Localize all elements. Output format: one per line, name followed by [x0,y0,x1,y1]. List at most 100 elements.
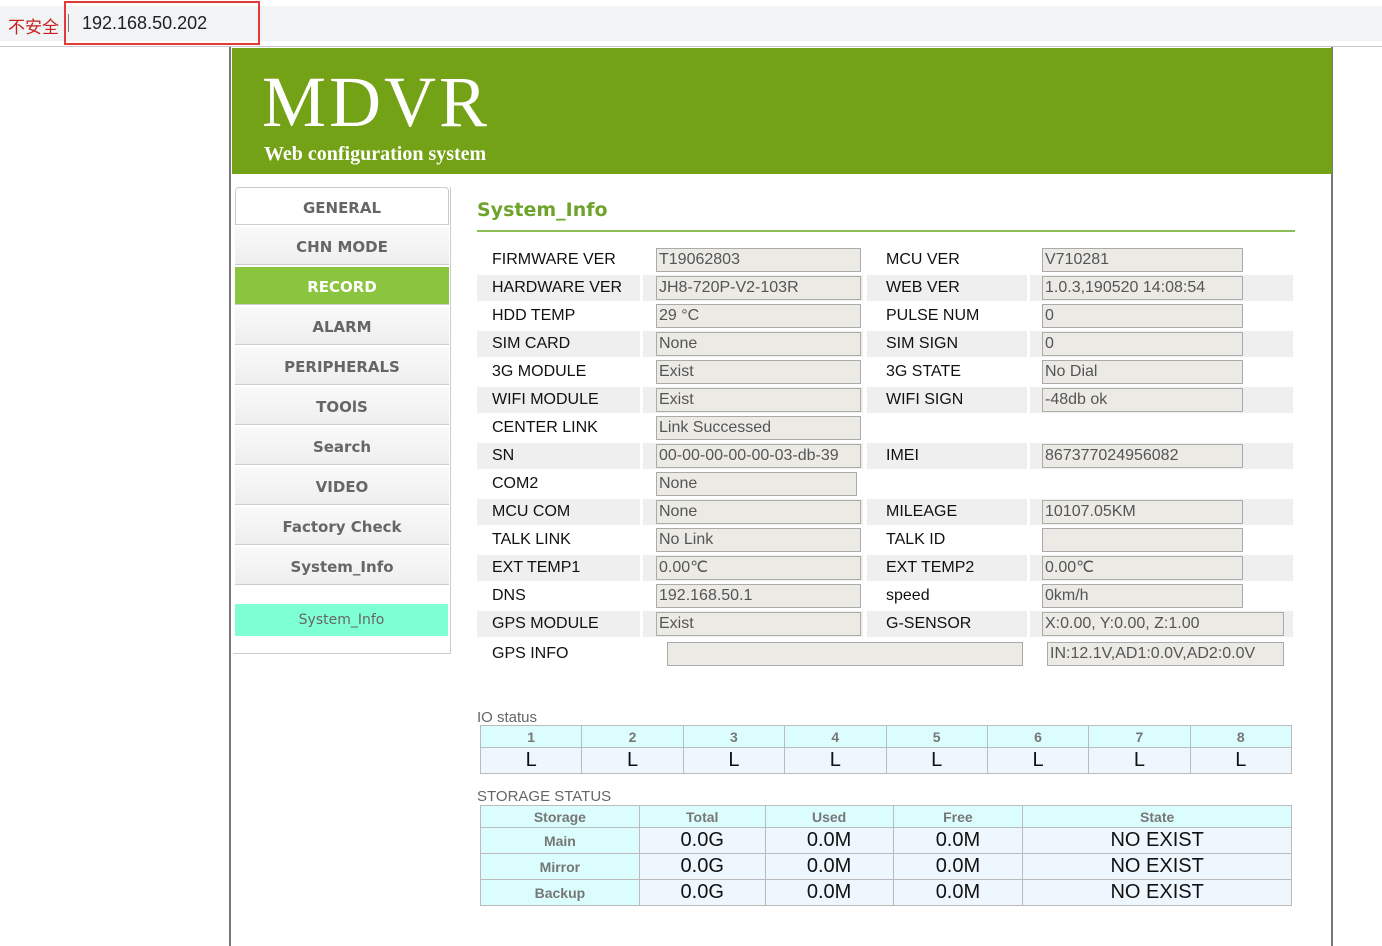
field-label: 3G STATE [886,363,961,380]
field-value[interactable]: Link Successed [656,416,861,440]
io-value-cell: L [784,747,887,774]
field-value[interactable]: 10107.05KM [1042,500,1243,524]
storage-row: Main 0.0G 0.0M 0.0M NO EXIST [480,827,1292,854]
storage-value-cell: 0.0M [892,879,1024,906]
sidebar-item-peripherals[interactable]: PERIPHERALS [235,347,449,385]
info-row: GPS MODULE Exist G-SENSOR X:0.00, Y:0.00, Z… [477,611,1293,637]
field-value[interactable]: 0km/h [1042,584,1243,608]
field-value[interactable]: 29 °C [656,304,861,328]
info-row: HDD TEMP 29 °C PULSE NUM 0 [477,303,1293,329]
field-value[interactable]: None [656,500,861,524]
field-value[interactable]: 00-00-00-00-00-03-db-39 [656,444,861,468]
field-value[interactable]: Exist [656,388,861,412]
storage-value-cell: 0.0M [892,853,1024,880]
info-row: MCU COM None MILEAGE 10107.05KM [477,499,1293,525]
field-value[interactable]: 867377024956082 [1042,444,1243,468]
field-label: G-SENSOR [886,615,972,632]
field-label: EXT TEMP2 [886,559,975,576]
field-value[interactable]: 192.168.50.1 [656,584,861,608]
field-label: MILEAGE [886,503,958,520]
field-value[interactable]: No Dial [1042,360,1243,384]
field-value[interactable]: T19062803 [656,248,861,272]
storage-header-cell: Storage [480,805,640,828]
storage-name-cell: Mirror [480,853,640,880]
field-value[interactable]: V710281 [1042,248,1243,272]
storage-value-cell: 0.0M [764,853,894,880]
field-label: SIM SIGN [886,335,959,352]
storage-status-table: Storage Total Used Free State Main 0.0G 0.0M 0.0… [480,805,1292,906]
field-label: DNS [492,587,526,604]
sidebar: GENERAL CHN MODE RECORD ALARM PERIPHERAL… [233,187,451,654]
sidebar-item-chn-mode[interactable]: CHN MODE [235,227,449,265]
field-value[interactable]: 0 [1042,304,1243,328]
storage-header-cell: State [1022,805,1292,828]
sidebar-subitem-system-info[interactable]: System_Info [235,604,448,636]
field-label: IMEI [886,447,919,464]
storage-value-cell: NO EXIST [1022,827,1292,854]
sidebar-item-search[interactable]: Search [235,427,449,465]
info-row: SN 00-00-00-00-00-03-db-39 IMEI 86737702495… [477,443,1293,469]
field-label: SIM CARD [492,335,571,352]
logo: MDVR [262,62,491,142]
page-frame: MDVR Web configuration system GENERAL CH… [229,47,1333,946]
sidebar-item-alarm[interactable]: ALARM [235,307,449,345]
field-value[interactable]: JH8-720P-V2-103R [656,276,861,300]
sidebar-item-factory-check[interactable]: Factory Check [235,507,449,545]
io-value-cell: L [885,747,988,774]
storage-value-cell: 0.0G [638,853,766,880]
sidebar-item-record[interactable]: RECORD [235,267,449,305]
storage-value-cell: 0.0G [638,827,766,854]
field-value[interactable]: 0.00℃ [1042,556,1243,580]
field-value[interactable] [1042,528,1243,552]
field-value[interactable]: 0.00℃ [656,556,861,580]
url-highlight-box [64,1,260,45]
field-value[interactable]: None [656,332,861,356]
io-status-label: IO status [477,709,538,726]
field-value[interactable]: -48db ok [1042,388,1243,412]
io-header-cell: 5 [885,725,988,748]
field-value[interactable]: 1.0.3,190520 14:08:54 [1042,276,1243,300]
storage-value-cell: NO EXIST [1022,879,1292,906]
sidebar-item-video[interactable]: VIDEO [235,467,449,505]
field-value[interactable]: X:0.00, Y:0.00, Z:1.00 [1042,612,1284,636]
sidebar-item-system-info[interactable]: System_Info [235,547,449,585]
field-label: EXT TEMP1 [492,559,581,576]
logo-subtitle: Web configuration system [264,143,487,165]
storage-name-cell: Main [480,827,640,854]
field-label: HARDWARE VER [492,279,623,296]
field-label: COM2 [492,475,539,492]
field-label: WEB VER [886,279,960,296]
storage-value-cell: NO EXIST [1022,853,1292,880]
field-value[interactable]: No Link [656,528,861,552]
field-value[interactable]: Exist [656,360,861,384]
voltage-value[interactable]: IN:12.1V,AD1:0.0V,AD2:0.0V [1047,642,1284,666]
header-banner: MDVR Web configuration system [232,48,1332,174]
field-label: WIFI MODULE [492,391,599,408]
io-value-cell: L [581,747,684,774]
sidebar-item-tools[interactable]: TOOlS [235,387,449,425]
storage-header-cell: Free [892,805,1024,828]
storage-header-cell: Used [764,805,894,828]
browser-address-bar: 不安全 192.168.50.202 [0,0,1382,47]
storage-value-cell: 0.0M [892,827,1024,854]
page-title: System_Info [477,199,608,221]
gps-info-row: GPS INFO IN:12.1V,AD1:0.0V,AD2:0.0V [477,641,1293,667]
field-value[interactable]: None [656,472,857,496]
io-header-cell: 2 [581,725,684,748]
info-row: WIFI MODULE Exist WIFI SIGN -48db ok [477,387,1293,413]
gps-info-value[interactable] [667,642,1023,666]
storage-value-cell: 0.0M [764,827,894,854]
field-label: GPS MODULE [492,615,599,632]
field-label: PULSE NUM [886,307,980,324]
io-header-cell: 7 [1088,725,1191,748]
io-header-cell: 6 [986,725,1090,748]
security-indicator[interactable]: 不安全 [8,13,59,38]
storage-value-cell: 0.0G [638,879,766,906]
field-label: HDD TEMP [492,307,576,324]
field-value[interactable]: 0 [1042,332,1243,356]
title-divider [477,230,1295,232]
field-value[interactable]: Exist [656,612,861,636]
info-row: EXT TEMP1 0.00℃ EXT TEMP2 0.00℃ [477,555,1293,581]
sidebar-item-general[interactable]: GENERAL [235,187,449,225]
field-label: WIFI SIGN [886,391,964,408]
